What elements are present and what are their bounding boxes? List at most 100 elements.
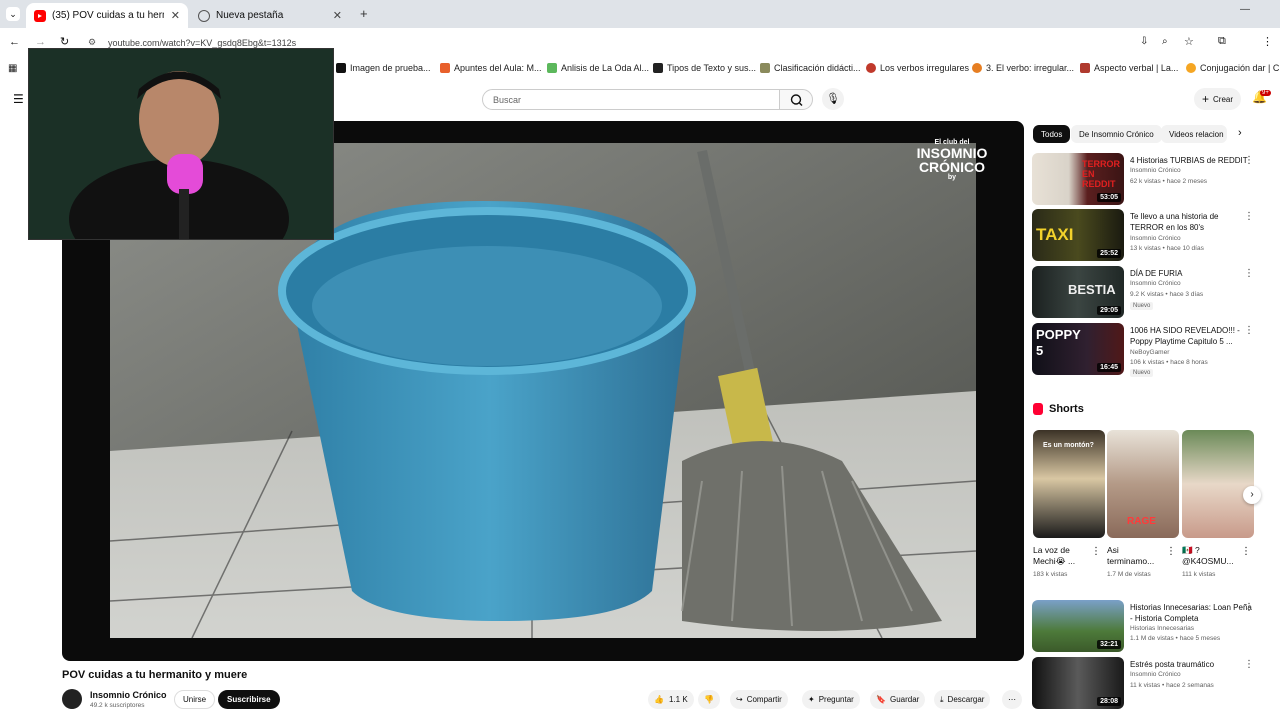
video-duration: 28:08	[1097, 697, 1121, 706]
dislike-button[interactable]: 👎	[698, 690, 720, 709]
video-meta: 1.1 M de vistas • hace 5 meses	[1130, 635, 1221, 642]
new-tab-plus-icon[interactable]: +	[360, 6, 368, 21]
bookmark-item[interactable]: Tipos de Texto y sus...	[653, 63, 756, 73]
recommended-video[interactable]: POPPY 5 16:45 1006 HA SIDO REVELADO!!! -…	[1032, 323, 1262, 377]
extensions-icon[interactable]: ⧉	[1218, 35, 1226, 48]
bookmark-item[interactable]: Apuntes del Aula: M...	[440, 63, 542, 73]
video-duration: 53:05	[1097, 193, 1121, 202]
ask-button[interactable]: ✦ Preguntar	[802, 690, 860, 709]
url-field[interactable]: youtube.com/watch?v=KV_gsdq8Ebg&t=1312s	[108, 38, 296, 48]
tab-label: Nueva pestaña	[216, 10, 284, 21]
hamburger-menu-icon[interactable]: ☰	[13, 92, 24, 106]
notifications-badge: 9+	[1260, 90, 1271, 96]
video-duration: 25:52	[1097, 249, 1121, 258]
bookmark-favicon-icon	[653, 63, 663, 73]
tab-youtube-video[interactable]: (35) POV cuidas a tu hermanito y ✕	[26, 3, 188, 28]
install-app-icon[interactable]: ⇩	[1140, 36, 1148, 47]
video-meta: 13 k vistas • hace 10 días	[1130, 245, 1204, 252]
more-options-icon[interactable]: ⋮	[1244, 659, 1254, 670]
video-title: 1006 HA SIDO REVELADO!!! - Poppy Playtim…	[1130, 326, 1240, 346]
search-input[interactable]: Buscar	[482, 89, 780, 110]
more-options-icon[interactable]: ⋮	[1244, 602, 1254, 613]
more-options-icon[interactable]: ⋮	[1244, 211, 1254, 222]
recommended-video[interactable]: 32:21 Historias Innecesarias: Loan Peña …	[1032, 600, 1262, 654]
bookmark-favicon-icon	[336, 63, 346, 73]
bookmark-star-icon[interactable]: ☆	[1184, 35, 1194, 48]
video-thumbnail: TERROR EN REDDIT 53:05	[1032, 153, 1124, 205]
short-thumbnail[interactable]: Es un montón?	[1033, 430, 1105, 538]
webcam-overlay	[28, 48, 334, 240]
recommended-video[interactable]: BESTIA 29:05 DÍA DE FURIA Insomnio Cróni…	[1032, 266, 1262, 320]
thumbs-up-icon: 👍	[654, 695, 664, 704]
like-button[interactable]: 👍 1.1 K	[648, 690, 694, 709]
close-tab-icon[interactable]: ✕	[333, 9, 342, 22]
download-button[interactable]: ⤓ Descargar	[934, 690, 991, 709]
bookmark-favicon-icon	[866, 63, 876, 73]
bookmark-item[interactable]: Clasificación didácti...	[760, 63, 861, 73]
new-badge: Nuevo	[1130, 369, 1154, 377]
recommended-video[interactable]: 28:08 Estrés posta traumático Insomnio C…	[1032, 657, 1262, 711]
recommended-video[interactable]: TERROR EN REDDIT 53:05 4 Historias TURBI…	[1032, 153, 1262, 207]
join-button[interactable]: Unirse	[174, 690, 216, 709]
chip-de-insomnio-cronico[interactable]: De Insomnio Crónico	[1071, 125, 1162, 143]
short-thumbnail[interactable]	[1182, 430, 1254, 538]
tab-menu-chevron-icon[interactable]: ⌄	[6, 7, 20, 21]
save-button[interactable]: 🔖 Guardar	[870, 690, 926, 709]
video-meta: 9.2 K vistas • hace 3 días	[1130, 291, 1204, 298]
site-info-icon[interactable]: ⚙	[88, 37, 96, 48]
short-title[interactable]: La voz de Mechi😭 ...	[1033, 545, 1093, 567]
more-options-icon[interactable]: ⋮	[1244, 325, 1254, 336]
close-tab-icon[interactable]: ✕	[171, 9, 180, 22]
search-button[interactable]	[779, 89, 813, 110]
back-arrow-icon[interactable]: ←	[9, 36, 20, 48]
search-icon	[790, 94, 803, 106]
tab-label: (35) POV cuidas a tu hermanito y	[52, 10, 164, 21]
bookmark-item[interactable]: Conjugación dar | C...	[1186, 63, 1280, 73]
bookmark-item[interactable]: 3. El verbo: irregular...	[972, 63, 1074, 73]
channel-avatar[interactable]	[62, 689, 82, 709]
short-views: 183 k vistas	[1033, 571, 1068, 578]
channel-name: NeBoyGamer	[1130, 349, 1170, 356]
reload-icon[interactable]: ↻	[60, 35, 69, 48]
video-duration: 32:21	[1097, 640, 1121, 649]
chevron-right-icon[interactable]: ›	[1238, 127, 1242, 139]
share-arrow-icon: ↪	[736, 695, 743, 704]
thumbs-down-icon: 👎	[704, 695, 714, 704]
create-button[interactable]: + Crear	[1194, 88, 1242, 110]
chip-videos-relacionados[interactable]: Videos relacion	[1161, 125, 1227, 143]
forward-arrow-icon[interactable]: →	[35, 36, 46, 48]
more-options-icon[interactable]: ⋮	[1241, 546, 1251, 557]
more-menu-icon[interactable]: ⋮	[1262, 35, 1273, 48]
video-title: 4 Historias TURBIAS de REDDIT	[1130, 156, 1248, 165]
short-title[interactable]: 🇲🇽 ? @K4OSMU...	[1182, 545, 1242, 567]
minimize-icon[interactable]: —	[1240, 4, 1250, 15]
more-options-icon[interactable]: ⋮	[1244, 268, 1254, 279]
video-title: POV cuidas a tu hermanito y muere	[62, 669, 248, 681]
more-actions-button[interactable]: ⋯	[1002, 690, 1022, 709]
zoom-icon[interactable]: ⌕	[1162, 36, 1168, 47]
more-options-icon[interactable]: ⋮	[1091, 546, 1101, 557]
more-options-icon[interactable]: ⋮	[1166, 546, 1176, 557]
bookmark-icon: 🔖	[876, 695, 886, 704]
more-horizontal-icon: ⋯	[1008, 695, 1016, 704]
recommended-video[interactable]: TAXI 25:52 Te llevo a una historia de TE…	[1032, 209, 1262, 263]
short-title[interactable]: Asi terminamo...	[1107, 545, 1167, 567]
apps-grid-icon[interactable]: ▦	[8, 63, 17, 74]
share-button[interactable]: ↪ Compartir	[730, 690, 788, 709]
tab-new-tab[interactable]: Nueva pestaña ✕	[190, 3, 350, 28]
subscribe-button[interactable]: Suscribirse	[218, 690, 280, 709]
channel-name[interactable]: Insomnio Crónico	[90, 690, 167, 700]
chip-todos[interactable]: Todos	[1033, 125, 1071, 143]
bookmark-item[interactable]: Los verbos irregulares	[866, 63, 969, 73]
shorts-next-arrow-icon[interactable]: ›	[1243, 486, 1261, 504]
bookmark-item[interactable]: Anlisis de La Oda Al...	[547, 63, 649, 73]
bookmark-item[interactable]: Imagen de prueba...	[336, 63, 431, 73]
shorts-logo-icon	[1033, 403, 1043, 415]
more-options-icon[interactable]: ⋮	[1244, 155, 1254, 166]
bookmark-item[interactable]: Aspecto verbal | La...	[1080, 63, 1178, 73]
youtube-favicon-icon	[34, 9, 46, 22]
short-thumbnail[interactable]: RAGE	[1107, 430, 1179, 538]
bookmark-favicon-icon	[547, 63, 557, 73]
streamer-webcam-image	[29, 49, 333, 239]
voice-search-mic-icon[interactable]: 🎙	[822, 88, 844, 110]
